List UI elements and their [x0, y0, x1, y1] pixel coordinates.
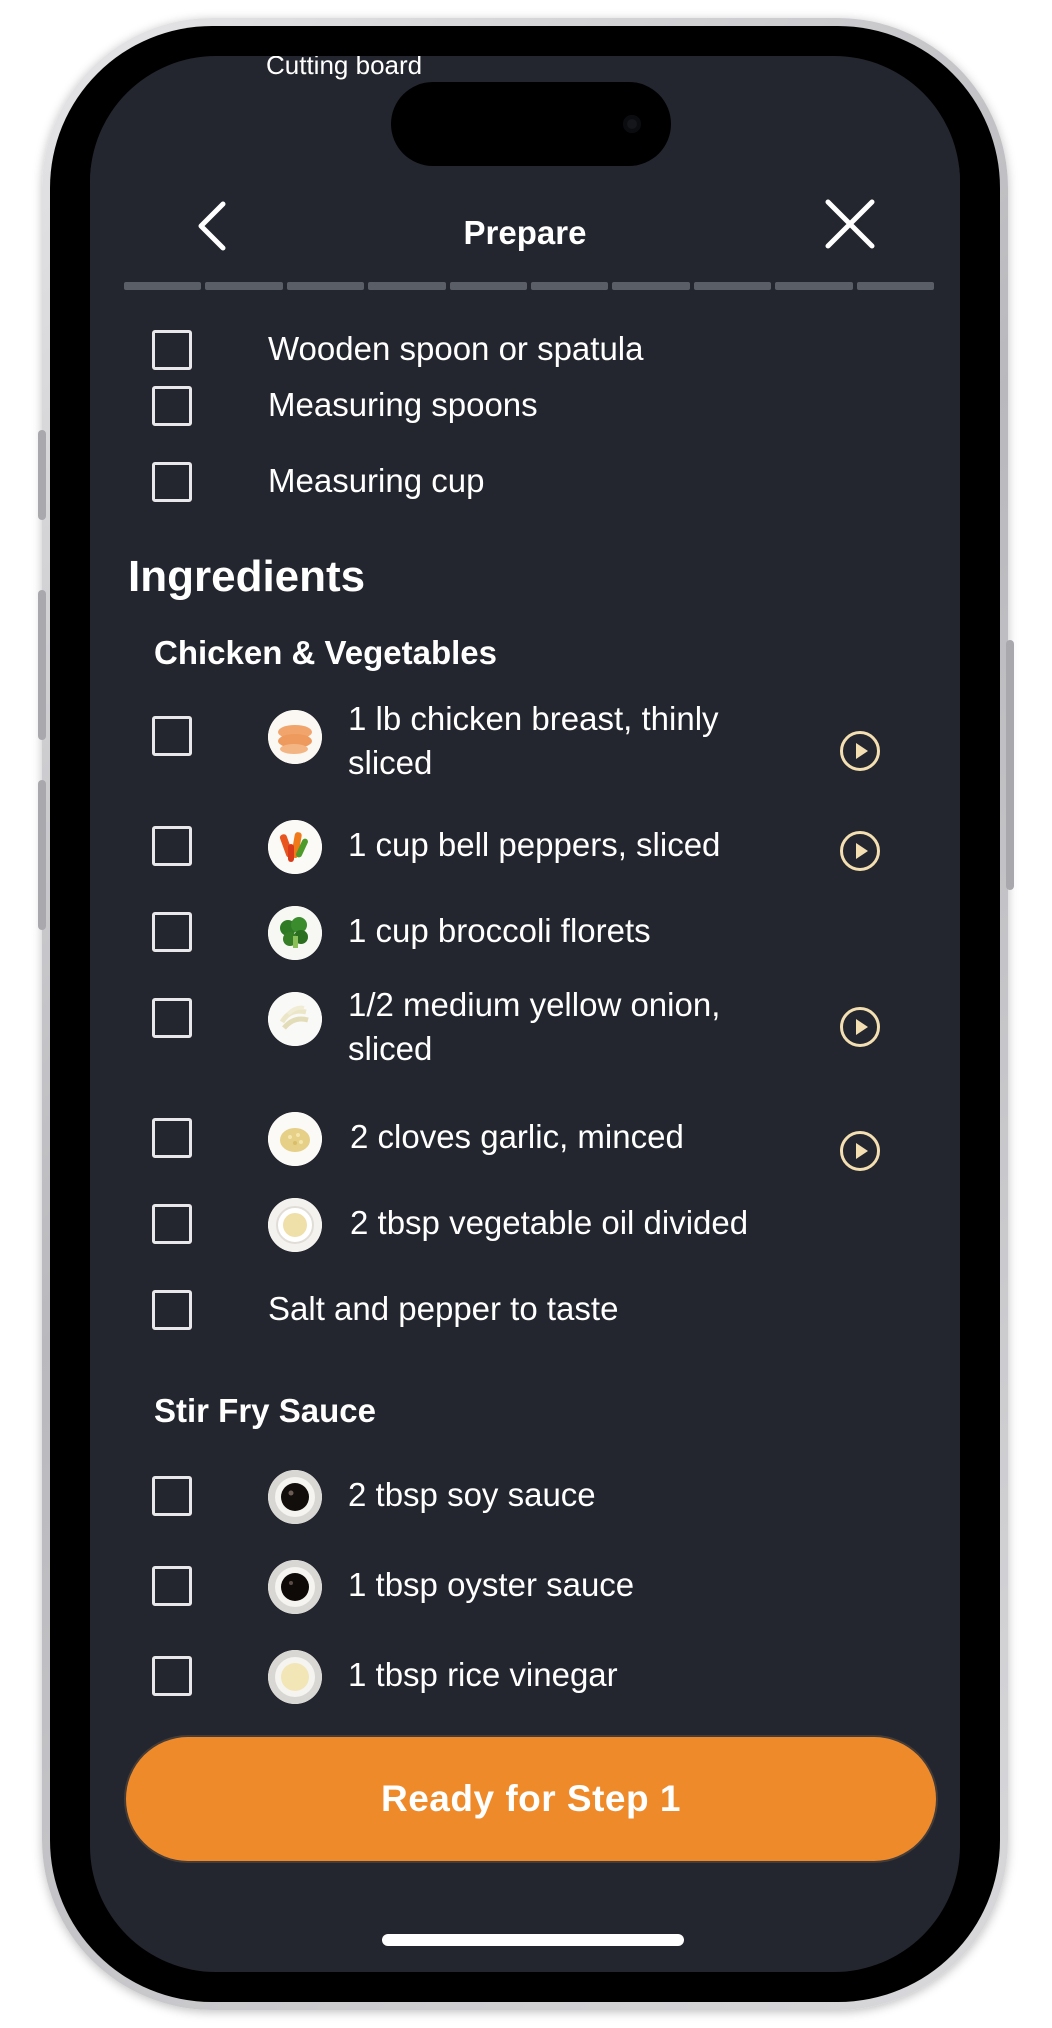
checkbox[interactable] — [152, 1656, 192, 1696]
ingredient-label: Salt and pepper to taste — [268, 1290, 619, 1327]
play-video-icon[interactable] — [839, 830, 881, 872]
close-button[interactable] — [820, 194, 880, 254]
action-button — [38, 430, 46, 520]
volume-down-button — [38, 780, 46, 930]
dynamic-island — [391, 82, 671, 166]
equipment-label: Measuring spoons — [268, 386, 538, 423]
play-video-icon[interactable] — [839, 730, 881, 772]
ingredient-label-line: sliced — [348, 1030, 433, 1067]
progress-segment — [856, 282, 935, 290]
step-progress-bar — [124, 282, 935, 290]
ready-for-step-button[interactable]: Ready for Step 1 — [126, 1737, 936, 1861]
oyster-sauce-thumb — [268, 1560, 322, 1614]
progress-segment — [693, 282, 772, 290]
checkbox[interactable] — [152, 912, 192, 952]
garlic-thumb — [268, 1112, 322, 1166]
scrolled-item-peek: Cutting board — [266, 56, 423, 80]
close-icon — [825, 199, 875, 249]
checkbox[interactable] — [152, 716, 192, 756]
ingredient-label: 1 cup broccoli florets — [348, 912, 651, 949]
progress-segment — [205, 282, 283, 290]
progress-segment — [368, 282, 446, 290]
power-button — [1006, 640, 1014, 890]
bell-peppers-thumb — [268, 820, 322, 874]
checkbox[interactable] — [152, 1204, 192, 1244]
progress-segment — [124, 282, 202, 290]
ingredient-label: 2 cloves garlic, minced — [350, 1118, 684, 1155]
app-screen: Cutting board Wooden spoon or spatula Me… — [90, 56, 960, 1972]
checkbox[interactable] — [152, 330, 192, 370]
group-heading: Chicken & Vegetables — [154, 634, 497, 671]
ingredient-label: 2 tbsp soy sauce — [348, 1476, 596, 1513]
checkbox[interactable] — [152, 1476, 192, 1516]
progress-segment — [531, 282, 609, 290]
volume-up-button — [38, 590, 46, 740]
progress-segment — [612, 282, 690, 290]
ingredient-label: 1 tbsp oyster sauce — [348, 1566, 635, 1603]
progress-segment — [449, 282, 528, 290]
checkbox[interactable] — [152, 998, 192, 1038]
header-bar: Prepare — [90, 166, 960, 286]
checkbox[interactable] — [152, 1290, 192, 1330]
equipment-label: Measuring cup — [268, 462, 485, 499]
checkbox[interactable] — [152, 386, 192, 426]
play-video-icon[interactable] — [839, 1130, 881, 1172]
broccoli-thumb — [268, 906, 322, 960]
prepare-scroll-content[interactable]: Cutting board Wooden spoon or spatula Me… — [90, 56, 960, 1972]
equipment-label: Wooden spoon or spatula — [268, 330, 644, 367]
soy-sauce-thumb — [268, 1470, 322, 1524]
home-indicator[interactable] — [382, 1934, 684, 1946]
ingredient-label-line: 1 lb chicken breast, thinly — [348, 700, 719, 737]
checkbox[interactable] — [152, 1118, 192, 1158]
checkbox[interactable] — [152, 1566, 192, 1606]
checkbox[interactable] — [152, 826, 192, 866]
rice-vinegar-thumb — [268, 1650, 322, 1704]
group-heading: Stir Fry Sauce — [154, 1392, 376, 1429]
ingredient-label-line: sliced — [348, 744, 433, 781]
chicken-thumb — [268, 710, 322, 764]
ingredient-label-line: 1/2 medium yellow onion, — [348, 986, 721, 1023]
checkbox[interactable] — [152, 462, 192, 502]
progress-segment — [286, 282, 365, 290]
ingredient-label: 1 cup bell peppers, sliced — [348, 826, 721, 863]
ingredient-label: 1 tbsp rice vinegar — [348, 1656, 618, 1693]
progress-segment — [775, 282, 853, 290]
camera-icon — [623, 115, 641, 133]
ingredients-heading: Ingredients — [128, 552, 366, 601]
onion-thumb — [268, 992, 322, 1046]
oil-thumb — [268, 1198, 322, 1252]
ingredient-label: 2 tbsp vegetable oil divided — [350, 1204, 749, 1241]
play-video-icon[interactable] — [839, 1006, 881, 1048]
